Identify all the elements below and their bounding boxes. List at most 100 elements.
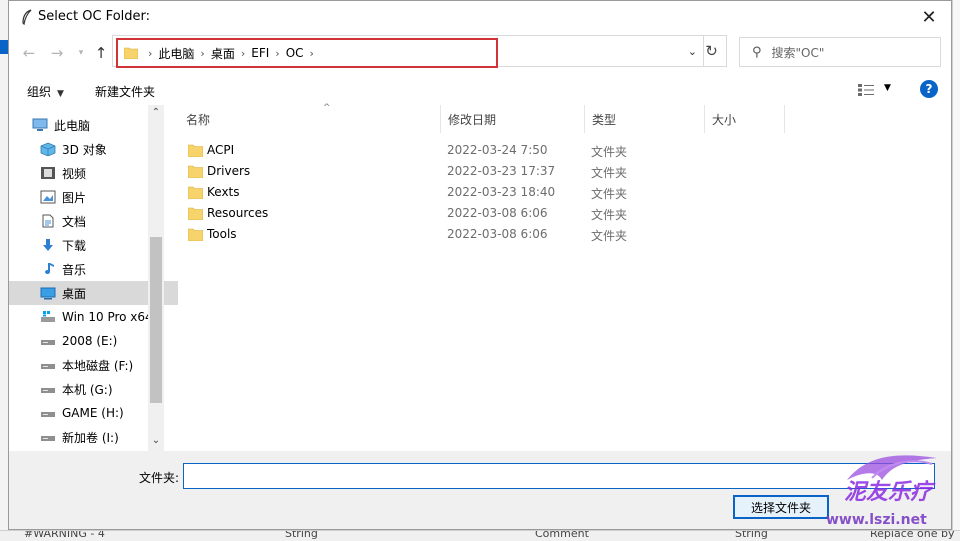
nav-item-label: 本地磁盘 (F:) bbox=[62, 358, 134, 373]
file-row[interactable]: Resources 2022-03-08 6:06 文件夹 bbox=[164, 203, 951, 224]
arrow-up-icon: ↑ bbox=[94, 44, 108, 62]
help-icon[interactable]: ? bbox=[920, 80, 938, 98]
breadcrumb-separator[interactable]: › bbox=[200, 47, 204, 60]
feather-icon bbox=[22, 9, 32, 25]
search-box[interactable]: ⚲ 搜索"OC" bbox=[739, 37, 941, 67]
close-button[interactable]: ✕ bbox=[907, 1, 951, 33]
music-icon bbox=[45, 263, 54, 274]
new-folder-button[interactable]: 新建文件夹 bbox=[95, 83, 155, 100]
select-folder-dialog: Select OC Folder: ✕ ← → ▾ ↑ › 此电脑 › 桌面 ›… bbox=[8, 0, 952, 530]
folder-icon bbox=[188, 165, 203, 178]
picture-icon bbox=[40, 190, 56, 204]
file-date: 2022-03-08 6:06 bbox=[447, 206, 548, 220]
scroll-down-icon[interactable]: ⌄ bbox=[148, 435, 164, 449]
download-icon bbox=[43, 239, 53, 251]
nav-item-label: 2008 (E:) bbox=[62, 334, 118, 348]
folder-input[interactable] bbox=[183, 463, 935, 489]
refresh-button[interactable]: ↻ bbox=[697, 35, 727, 67]
breadcrumb-separator[interactable]: › bbox=[275, 47, 279, 60]
folder-icon bbox=[124, 47, 138, 59]
background-text: String bbox=[735, 530, 768, 540]
column-date-label: 修改日期 bbox=[448, 112, 497, 127]
nav-item-label: Win 10 Pro x64 bbox=[62, 310, 153, 324]
cube-icon bbox=[40, 142, 56, 156]
command-toolbar: 组织 ▼ 新建文件夹 ▼ ? bbox=[9, 75, 951, 105]
breadcrumb-item[interactable]: 此电脑 bbox=[158, 45, 194, 62]
file-row[interactable]: Tools 2022-03-08 6:06 文件夹 bbox=[164, 224, 951, 245]
file-date: 2022-03-23 18:40 bbox=[447, 185, 556, 199]
file-type: 文件夹 bbox=[591, 208, 628, 222]
background-text: Replace one by bbox=[870, 530, 955, 540]
breadcrumb-separator[interactable]: › bbox=[310, 47, 314, 60]
recent-locations-button[interactable]: ▾ bbox=[71, 43, 91, 63]
nav-scrollbar[interactable]: ⌃ ⌄ bbox=[148, 105, 164, 451]
view-dropdown-icon[interactable]: ▼ bbox=[884, 83, 891, 93]
folder-field-label: 文件夹: bbox=[139, 471, 180, 485]
background-window-bottom: #WARNING - 4 String Comment String Repla… bbox=[0, 530, 960, 541]
nav-item-label: 此电脑 bbox=[54, 118, 91, 133]
file-row[interactable]: Drivers 2022-03-23 17:37 文件夹 bbox=[164, 161, 951, 182]
column-header-type[interactable]: 类型 bbox=[585, 105, 705, 133]
view-options-icon[interactable] bbox=[858, 84, 874, 96]
column-size-label: 大小 bbox=[712, 112, 737, 127]
drive-icon bbox=[41, 388, 55, 393]
document-icon bbox=[42, 214, 54, 228]
select-folder-button[interactable]: 选择文件夹 bbox=[733, 495, 829, 519]
select-folder-label: 选择文件夹 bbox=[750, 500, 811, 515]
file-row[interactable]: Kexts 2022-03-23 18:40 文件夹 bbox=[164, 182, 951, 203]
file-type: 文件夹 bbox=[591, 166, 628, 180]
breadcrumb-separator: › bbox=[148, 46, 153, 60]
file-name: Kexts bbox=[207, 185, 240, 199]
file-type: 文件夹 bbox=[591, 145, 628, 159]
nav-item-label: 本机 (G:) bbox=[62, 382, 113, 397]
file-date: 2022-03-23 17:37 bbox=[447, 164, 556, 178]
background-text: String bbox=[285, 530, 318, 540]
nav-item[interactable]: 此电脑 bbox=[9, 113, 170, 137]
column-type-label: 类型 bbox=[592, 112, 617, 127]
drive-icon bbox=[41, 340, 55, 345]
file-name: ACPI bbox=[207, 143, 235, 157]
navigation-bar: ← → ▾ ↑ › 此电脑 › 桌面 › EFI › OC › ⌄ ↻ ⚲ 搜索… bbox=[9, 35, 951, 71]
dialog-footer: 文件夹: 选择文件夹 bbox=[9, 451, 951, 529]
nav-item-label: 文档 bbox=[62, 214, 87, 229]
background-selection bbox=[0, 40, 8, 54]
file-name: Drivers bbox=[207, 164, 251, 178]
background-window-right bbox=[952, 0, 960, 540]
breadcrumb-item[interactable]: EFI bbox=[251, 46, 269, 60]
column-header-name[interactable]: 名称 ^ bbox=[179, 103, 441, 133]
nav-item-label: 下载 bbox=[62, 238, 87, 253]
column-header-size[interactable]: 大小 bbox=[705, 105, 785, 133]
scroll-thumb[interactable] bbox=[150, 237, 162, 403]
up-button[interactable]: ↑ bbox=[91, 43, 111, 63]
forward-button[interactable]: → bbox=[47, 43, 67, 63]
file-date: 2022-03-24 7:50 bbox=[447, 143, 548, 157]
address-dropdown-icon[interactable]: ⌄ bbox=[688, 45, 697, 58]
breadcrumb: › 此电脑 › 桌面 › EFI › OC › bbox=[116, 38, 498, 68]
organize-label: 组织 bbox=[27, 85, 52, 99]
folder-icon bbox=[188, 207, 203, 220]
nav-item-label: 图片 bbox=[62, 190, 87, 205]
arrow-left-icon: ← bbox=[22, 44, 36, 62]
file-name: Resources bbox=[207, 206, 269, 220]
video-icon bbox=[41, 167, 55, 179]
breadcrumb-item[interactable]: 桌面 bbox=[211, 45, 235, 62]
sort-ascending-icon: ^ bbox=[323, 103, 331, 113]
organize-menu[interactable]: 组织 ▼ bbox=[27, 83, 64, 100]
new-folder-label: 新建文件夹 bbox=[95, 85, 156, 99]
search-placeholder: 搜索"OC" bbox=[771, 45, 825, 60]
file-type: 文件夹 bbox=[591, 229, 628, 243]
file-name: Tools bbox=[207, 227, 237, 241]
scroll-up-icon[interactable]: ⌃ bbox=[148, 107, 164, 121]
file-row[interactable]: ACPI 2022-03-24 7:50 文件夹 bbox=[164, 140, 951, 161]
background-text: #WARNING - 4 bbox=[24, 530, 105, 540]
nav-item-label: 3D 对象 bbox=[62, 142, 107, 157]
address-bar[interactable]: › 此电脑 › 桌面 › EFI › OC › ⌄ bbox=[112, 35, 704, 68]
breadcrumb-item[interactable]: OC bbox=[286, 46, 304, 60]
nav-item-label: 音乐 bbox=[62, 262, 87, 277]
chevron-down-icon: ▾ bbox=[78, 48, 84, 58]
arrow-right-icon: → bbox=[50, 44, 64, 62]
column-header-date[interactable]: 修改日期 bbox=[441, 105, 585, 133]
breadcrumb-separator[interactable]: › bbox=[241, 47, 245, 60]
system-drive-icon bbox=[41, 311, 55, 322]
back-button[interactable]: ← bbox=[19, 43, 39, 63]
